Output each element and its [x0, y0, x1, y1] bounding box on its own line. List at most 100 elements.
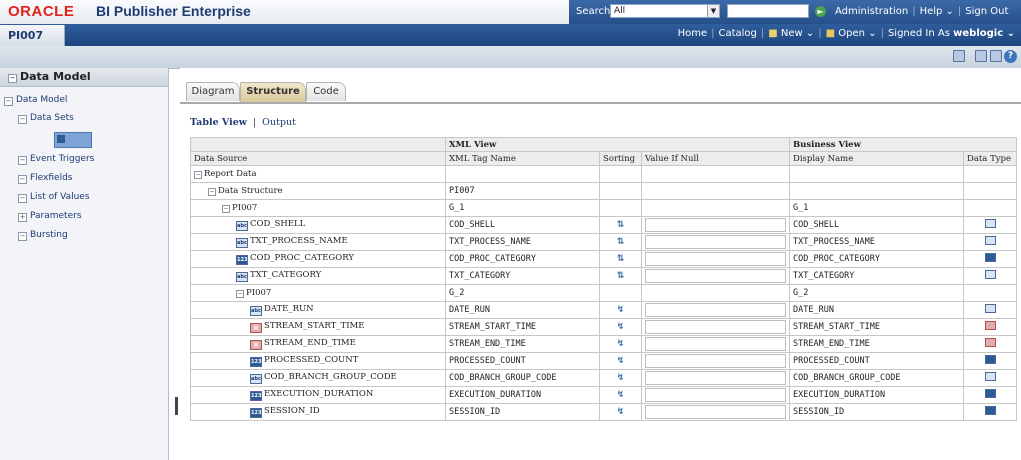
sidebar-item-data-sets[interactable]: − Data Sets: [18, 113, 74, 124]
text-type-icon[interactable]: [984, 372, 996, 381]
date-type-icon[interactable]: [984, 338, 996, 347]
table-row[interactable]: abc COD_BRANCH_GROUP_CODE COD_BRANCH_GROUP…: [190, 369, 1017, 387]
xml-tag-cell[interactable]: COD_SHELL: [445, 216, 600, 234]
save-output-icon[interactable]: [953, 50, 965, 62]
sidebar-item-list-of-values[interactable]: − List of Values: [18, 192, 90, 203]
collapse-icon[interactable]: −: [8, 74, 17, 83]
sidebar-item-data-model[interactable]: − Data Model: [4, 95, 67, 106]
value-if-null-input[interactable]: [645, 303, 786, 317]
table-row[interactable]: 123 EXECUTION_DURATION EXECUTION_DURATION ↯…: [190, 386, 1017, 404]
sign-out-link[interactable]: Sign Out: [965, 6, 1008, 17]
collapse-icon[interactable]: −: [194, 171, 202, 179]
date-type-icon[interactable]: [984, 321, 996, 330]
display-name-cell[interactable]: COD_SHELL: [789, 216, 964, 234]
sort-enabled-icon[interactable]: ⇅: [616, 220, 626, 230]
collapse-icon[interactable]: −: [18, 175, 27, 184]
table-row[interactable]: 123 PROCESSED_COUNT PROCESSED_COUNT ↯ PROCES…: [190, 352, 1017, 370]
value-if-null-cell[interactable]: [641, 403, 790, 421]
text-type-icon[interactable]: [984, 270, 996, 279]
value-if-null-cell[interactable]: [641, 352, 790, 370]
table-row[interactable]: ▦ STREAM_START_TIME STREAM_START_TIME ↯ STRE…: [190, 318, 1017, 336]
table-row[interactable]: − Data Structure PI007: [190, 182, 1017, 200]
tab-code[interactable]: Code: [306, 82, 346, 101]
value-if-null-input[interactable]: [645, 354, 786, 368]
text-type-icon[interactable]: [984, 304, 996, 313]
value-if-null-cell[interactable]: [641, 233, 790, 251]
number-type-icon[interactable]: [984, 355, 996, 364]
value-if-null-input[interactable]: [645, 371, 786, 385]
search-input[interactable]: [727, 4, 809, 18]
xml-tag-cell[interactable]: COD_PROC_CATEGORY: [445, 250, 600, 268]
collapse-icon[interactable]: −: [236, 290, 244, 298]
open-menu[interactable]: ■ Open ⌄: [826, 28, 877, 39]
collapse-icon[interactable]: −: [208, 188, 216, 196]
xml-tag-cell[interactable]: PROCESSED_COUNT: [445, 352, 600, 370]
display-name-cell[interactable]: STREAM_END_TIME: [789, 335, 964, 353]
xml-tag-cell[interactable]: COD_BRANCH_GROUP_CODE: [445, 369, 600, 387]
table-row[interactable]: 123 SESSION_ID SESSION_ID ↯ SESSION_ID: [190, 403, 1017, 421]
tab-diagram[interactable]: Diagram: [186, 82, 240, 101]
table-row[interactable]: abc COD_SHELL COD_SHELL ⇅ COD_SHELL: [190, 216, 1017, 234]
xml-tag-cell[interactable]: G_2: [445, 284, 600, 302]
display-name-cell[interactable]: TXT_PROCESS_NAME: [789, 233, 964, 251]
value-if-null-input[interactable]: [645, 252, 786, 266]
sidebar-item-bursting[interactable]: − Bursting: [18, 230, 68, 241]
value-if-null-cell[interactable]: [641, 386, 790, 404]
save-as-icon[interactable]: [990, 50, 1002, 62]
new-menu[interactable]: ■ New ⌄: [768, 28, 814, 39]
administration-link[interactable]: Administration: [835, 6, 908, 17]
display-name-cell[interactable]: SESSION_ID: [789, 403, 964, 421]
display-name-cell[interactable]: COD_BRANCH_GROUP_CODE: [789, 369, 964, 387]
display-name-cell[interactable]: PROCESSED_COUNT: [789, 352, 964, 370]
search-scope-select[interactable]: All ▼: [610, 4, 720, 18]
table-row[interactable]: abc DATE_RUN DATE_RUN ↯ DATE_RUN: [190, 301, 1017, 319]
value-if-null-input[interactable]: [645, 337, 786, 351]
sort-toggle-icon[interactable]: ↯: [616, 322, 626, 332]
sidebar-item-parameters[interactable]: + Parameters: [18, 211, 82, 222]
value-if-null-input[interactable]: [645, 320, 786, 334]
value-if-null-input[interactable]: [645, 388, 786, 402]
value-if-null-input[interactable]: [645, 235, 786, 249]
value-if-null-input[interactable]: [645, 218, 786, 232]
sidebar-item-pi007[interactable]: PI007: [54, 132, 92, 159]
display-name-cell[interactable]: G_1: [789, 199, 964, 217]
xml-tag-cell[interactable]: TXT_PROCESS_NAME: [445, 233, 600, 251]
display-name-cell[interactable]: STREAM_START_TIME: [789, 318, 964, 336]
xml-tag-cell[interactable]: SESSION_ID: [445, 403, 600, 421]
sort-toggle-icon[interactable]: ↯: [616, 305, 626, 315]
output-link[interactable]: Output: [262, 117, 296, 128]
help-menu[interactable]: Help ⌄: [920, 6, 954, 17]
tab-structure[interactable]: Structure: [240, 82, 306, 102]
table-row[interactable]: − PI007 G_1 G_1: [190, 199, 1017, 217]
value-if-null-cell[interactable]: [641, 369, 790, 387]
table-view-link[interactable]: Table View: [190, 117, 247, 128]
value-if-null-cell[interactable]: [641, 335, 790, 353]
number-type-icon[interactable]: [984, 253, 996, 262]
value-if-null-cell[interactable]: [641, 250, 790, 268]
sort-toggle-icon[interactable]: ↯: [616, 339, 626, 349]
expand-icon[interactable]: +: [18, 213, 27, 222]
table-row[interactable]: − PI007 G_2 G_2: [190, 284, 1017, 302]
text-type-icon[interactable]: [984, 236, 996, 245]
collapse-icon[interactable]: −: [18, 232, 27, 241]
sort-toggle-icon[interactable]: ↯: [616, 390, 626, 400]
display-name-cell[interactable]: DATE_RUN: [789, 301, 964, 319]
collapse-icon[interactable]: −: [4, 97, 13, 106]
table-row[interactable]: abc TXT_PROCESS_NAME TXT_PROCESS_NAME ⇅ TXT_…: [190, 233, 1017, 251]
help-icon[interactable]: ?: [1004, 50, 1017, 63]
sort-enabled-icon[interactable]: ⇅: [616, 237, 626, 247]
sort-toggle-icon[interactable]: ↯: [616, 356, 626, 366]
display-name-cell[interactable]: COD_PROC_CATEGORY: [789, 250, 964, 268]
value-if-null-input[interactable]: [645, 405, 786, 419]
display-name-cell[interactable]: G_2: [789, 284, 964, 302]
text-type-icon[interactable]: [984, 219, 996, 228]
number-type-icon[interactable]: [984, 389, 996, 398]
xml-tag-cell[interactable]: STREAM_START_TIME: [445, 318, 600, 336]
value-if-null-cell[interactable]: [641, 267, 790, 285]
collapse-icon[interactable]: −: [222, 205, 230, 213]
sort-enabled-icon[interactable]: ⇅: [616, 271, 626, 281]
collapse-icon[interactable]: −: [18, 194, 27, 203]
document-tab[interactable]: PI007: [0, 25, 65, 46]
sort-enabled-icon[interactable]: ⇅: [616, 254, 626, 264]
xml-tag-cell[interactable]: DATE_RUN: [445, 301, 600, 319]
